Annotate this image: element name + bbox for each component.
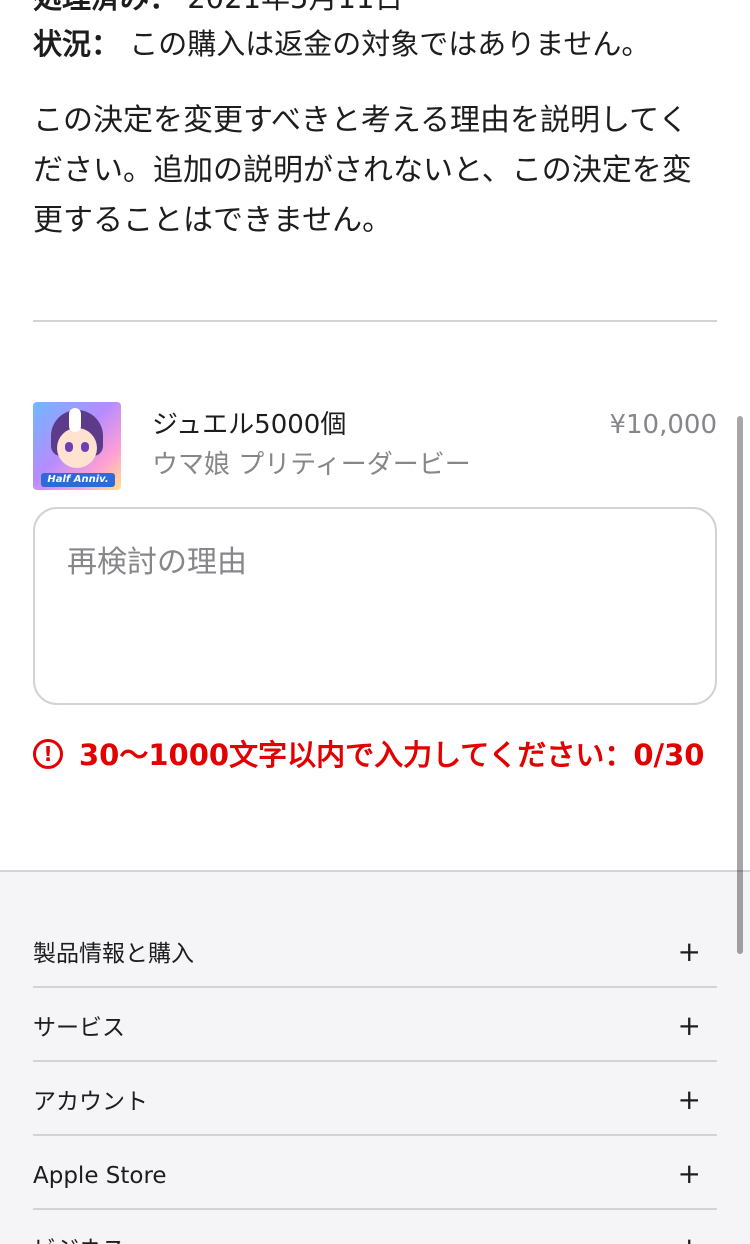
footer-item-apple-store[interactable]: Apple Store + xyxy=(33,1134,717,1210)
explanation-text: この決定を変更すべきと考える理由を説明してください。追加の説明がされないと、この… xyxy=(33,103,692,238)
footer-navigation: 製品情報と購入 + サービス + アカウント + Apple Store + ビ… xyxy=(0,870,750,1244)
footer-item-label: 製品情報と購入 xyxy=(33,941,194,967)
footer-item-account[interactable]: アカウント + xyxy=(33,1060,717,1136)
item-price: ¥10,000 xyxy=(609,410,717,440)
plus-icon: + xyxy=(678,1230,701,1244)
validation-text: 30〜1000文字以内で入力してください：0/30 xyxy=(79,738,705,772)
footer-item-products[interactable]: 製品情報と購入 + xyxy=(33,912,717,988)
plus-icon: + xyxy=(677,935,701,968)
processed-label: 処理済み： xyxy=(33,0,178,15)
plus-icon: + xyxy=(677,1157,701,1190)
footer-item-label: アカウント xyxy=(33,1089,148,1115)
plus-icon: + xyxy=(677,1009,701,1042)
exclamation-circle-icon: ! xyxy=(33,739,63,769)
reconsideration-reason-input[interactable] xyxy=(33,507,717,705)
section-divider xyxy=(33,320,717,322)
status-label: 状況： xyxy=(33,27,121,61)
footer-item-label: サービス xyxy=(33,1015,125,1041)
footer-item-services[interactable]: サービス + xyxy=(33,986,717,1062)
app-thumbnail-icon: Half Anniv. xyxy=(33,402,121,490)
report-problem-page: 処理済み： 2021年5月11日 状況： この購入は返金の対象ではありません。 … xyxy=(0,0,750,1244)
footer-item-label: Apple Store xyxy=(33,1163,167,1189)
plus-icon: + xyxy=(677,1083,701,1116)
footer-item-business[interactable]: ビジネス + xyxy=(33,1208,717,1244)
purchase-item: Half Anniv. ジュエル5000個 ウマ娘 プリティーダービー ¥10,… xyxy=(33,402,717,490)
app-name: ウマ娘 プリティーダービー xyxy=(152,450,471,480)
status-line: 状況： この購入は返金の対象ではありません。 xyxy=(33,24,650,64)
processed-value: 2021年5月11日 xyxy=(187,0,403,15)
footer-item-label: ビジネス xyxy=(33,1234,125,1244)
status-value: この購入は返金の対象ではありません。 xyxy=(129,27,651,61)
vertical-scrollbar[interactable] xyxy=(737,416,743,954)
processed-date-line: 処理済み： 2021年5月11日 xyxy=(33,0,403,18)
item-name: ジュエル5000個 xyxy=(152,410,347,440)
anniversary-badge: Half Anniv. xyxy=(41,473,115,487)
